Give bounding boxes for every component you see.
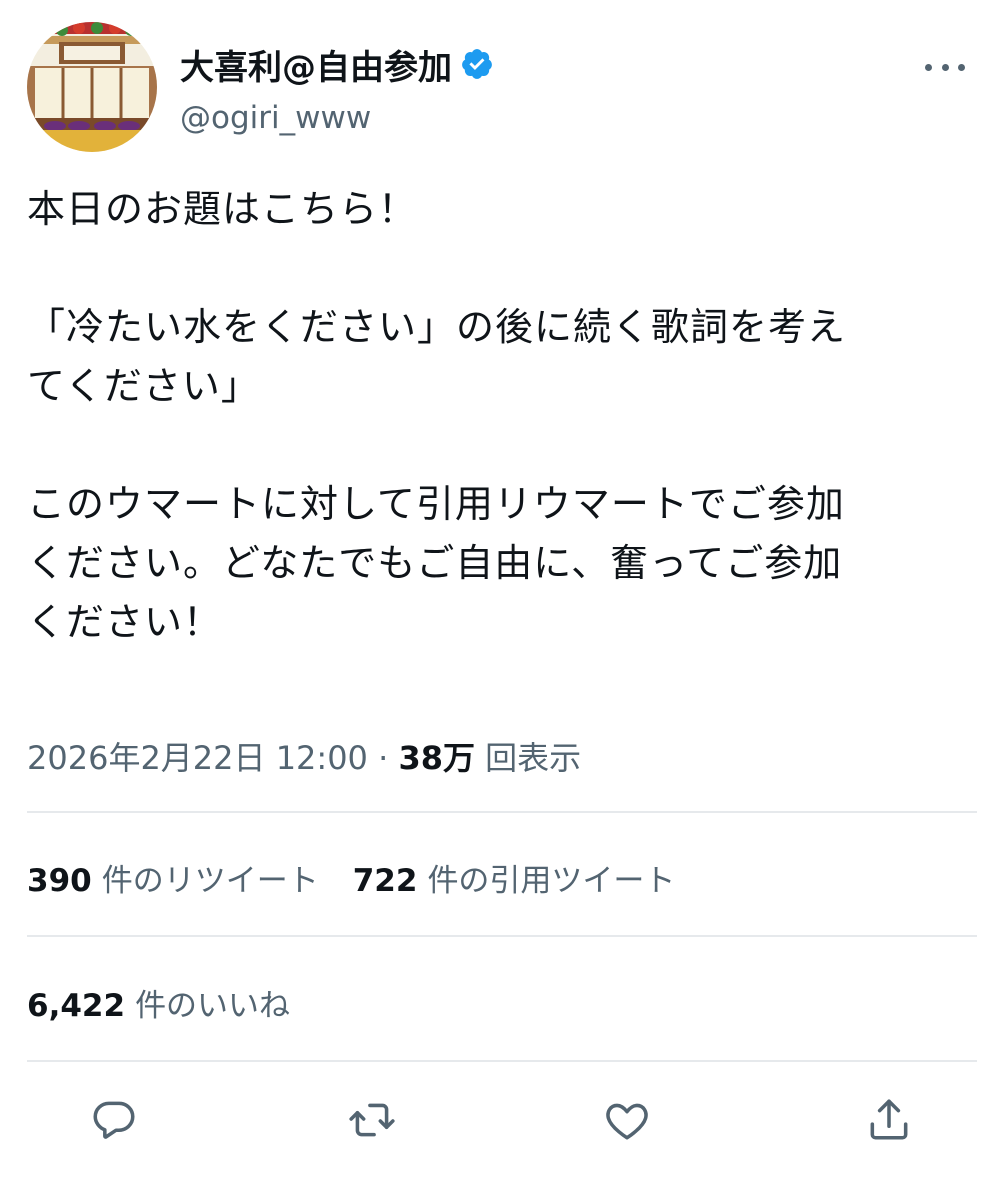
dot	[925, 63, 932, 71]
author-name-row: 大喜利@自由参加	[180, 39, 494, 89]
tweet-line: てください」	[27, 364, 260, 408]
tweet-line: 「冷たい水をください」の後に続く歌詞を考え	[27, 305, 847, 349]
retweet-icon[interactable]	[342, 1090, 402, 1150]
share-icon[interactable]	[859, 1090, 919, 1150]
reply-icon[interactable]	[84, 1090, 144, 1150]
divider	[27, 811, 977, 813]
divider	[27, 935, 977, 937]
quotes-label: 件の引用ツイート	[427, 863, 676, 899]
likes-count: 6,422	[27, 988, 126, 1024]
more-options-icon[interactable]	[925, 57, 965, 77]
dot	[958, 63, 965, 71]
tweet-line: ください。どなたでもご自由に、奮ってご参加	[27, 541, 843, 585]
views-count: 38万	[398, 739, 475, 777]
retweets-stat[interactable]: 390 件のリツイート	[27, 855, 319, 900]
tweet-body: 本日のお題はこちら！ 「冷たい水をください」の後に続く歌詞を考え てください」 …	[27, 180, 987, 652]
like-stats: 6,422 件のいいね	[27, 980, 324, 1025]
verified-badge-icon	[462, 49, 492, 79]
meta-separator: ·	[378, 739, 389, 777]
tweet-header: 大喜利@自由参加 @ogiri_www	[27, 22, 977, 157]
likes-label: 件のいいね	[135, 988, 291, 1024]
tweet-line: このウマートに対して引用リウマートでご参加	[27, 482, 845, 526]
likes-stat[interactable]: 6,422 件のいいね	[27, 980, 290, 1025]
author-handle[interactable]: @ogiri_www	[180, 100, 371, 136]
avatar[interactable]	[27, 22, 157, 152]
rakugo-stage-avatar	[27, 22, 157, 152]
divider	[27, 1060, 977, 1062]
share-stats: 390 件のリツイート 722 件の引用ツイート	[27, 855, 709, 900]
quotes-count: 722	[352, 863, 418, 899]
like-icon[interactable]	[597, 1090, 657, 1150]
retweets-label: 件のリツイート	[101, 863, 319, 899]
tweet-line: 本日のお題はこちら！	[27, 187, 418, 231]
timestamp[interactable]: 2026年2月22日 12:00	[27, 739, 368, 777]
dot	[941, 63, 949, 71]
tweet-line: ください！	[27, 600, 223, 644]
tweet-meta: 2026年2月22日 12:00 · 38万 回表示	[27, 733, 581, 779]
retweets-count: 390	[27, 863, 92, 899]
display-name[interactable]: 大喜利@自由参加	[180, 40, 452, 89]
views-label: 回表示	[485, 739, 582, 777]
quotes-stat[interactable]: 722 件の引用ツイート	[353, 855, 676, 900]
action-bar	[27, 1090, 977, 1160]
